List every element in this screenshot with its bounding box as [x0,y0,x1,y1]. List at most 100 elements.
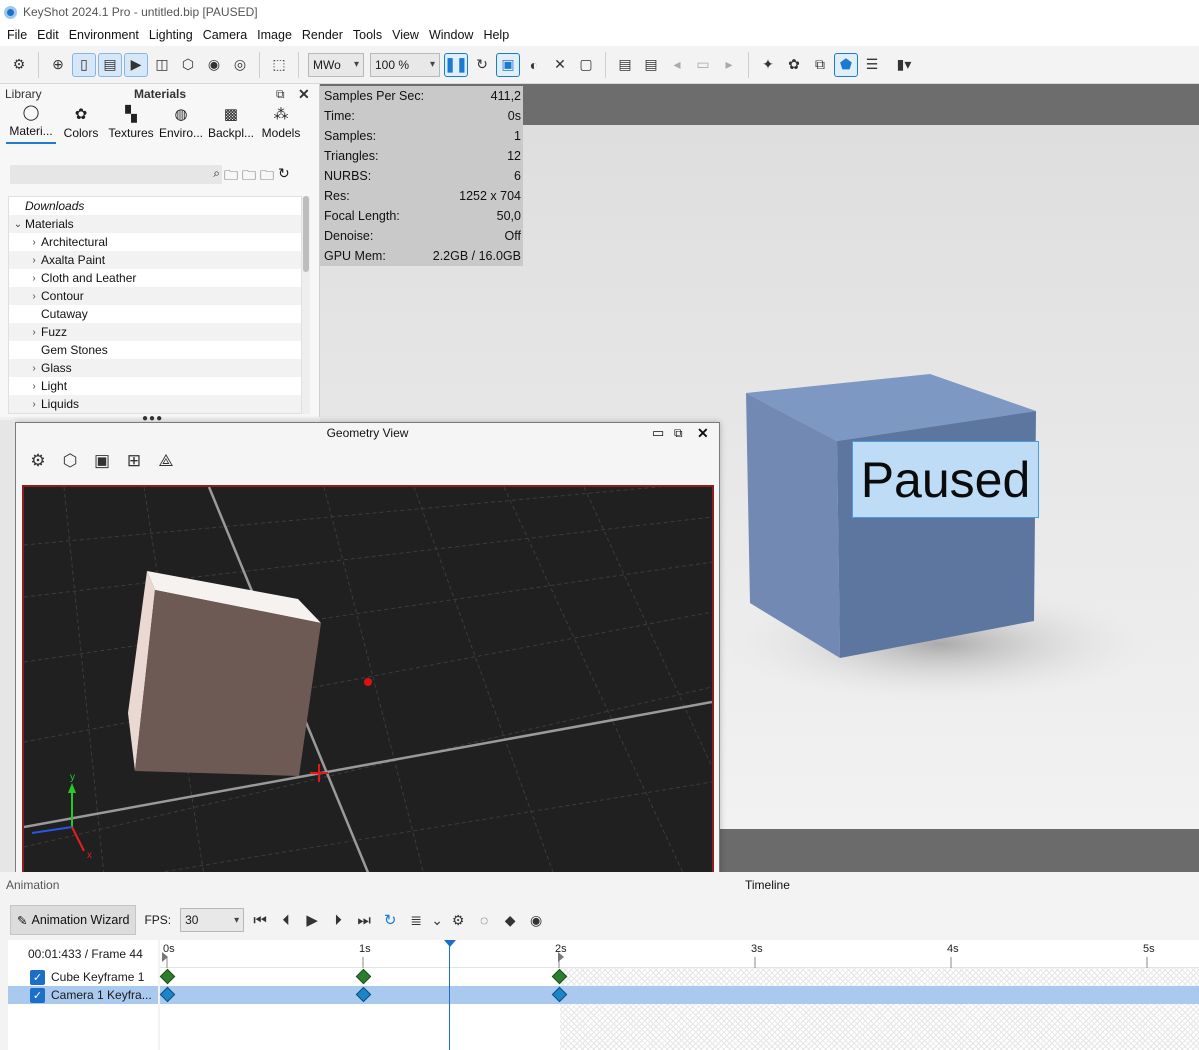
axis-gizmo-icon[interactable]: ⟁ [151,447,181,475]
chevron-right-icon[interactable]: › [27,291,41,302]
tree-item-cutaway[interactable]: Cutaway [9,305,301,323]
geometry-view-canvas[interactable]: y x [22,485,714,877]
add-folder-icon[interactable]: 🗀 [224,165,238,189]
tree-item-downloads[interactable]: Downloads [9,197,301,215]
step-back-icon[interactable]: ⏴ [274,908,298,932]
camera-frame-icon[interactable]: ▣ [87,447,117,475]
close-icon[interactable]: ✕ [298,86,310,103]
tab-colors[interactable]: ✿ Colors [56,104,106,144]
region-select-icon[interactable]: ⬚ [267,53,291,77]
keyshotxr-icon[interactable]: ◫ [150,53,174,77]
chevron-right-icon[interactable]: › [27,273,41,284]
menu-tools[interactable]: Tools [348,28,387,42]
tree-item-light[interactable]: › Light [9,377,301,395]
track-item-camera[interactable]: ✓ Camera 1 Keyfra... [8,986,158,1004]
menu-view[interactable]: View [387,28,424,42]
menu-file[interactable]: File [2,28,32,42]
track-checkbox[interactable]: ✓ [30,969,45,985]
chevron-right-icon[interactable]: › [27,255,41,266]
tab-backplates[interactable]: ▩ Backpl... [206,104,256,144]
material-graph-icon[interactable]: ⧉ [808,53,832,77]
chevron-right-icon[interactable]: › [27,381,41,392]
chevron-right-icon[interactable]: › [27,237,41,248]
geometry-view-titlebar[interactable]: Geometry View ▭ ⧉ ✕ [16,423,719,443]
track-item-cube[interactable]: ✓ Cube Keyframe 1 [8,968,158,986]
tree-item-cloth-and-leather[interactable]: › Cloth and Leather [9,269,301,287]
timeline-ruler[interactable]: 0s 1s 2s 3s 4s 5s [160,940,1199,968]
chevron-down-icon[interactable]: ⌄ [430,908,444,932]
loop-icon[interactable]: ↻ [378,908,402,932]
screenshot-icon[interactable]: ▤ [613,53,637,77]
close-icon[interactable]: ✕ [697,425,709,442]
track-checkbox[interactable]: ✓ [30,987,45,1003]
region-combo[interactable]: MWo ▾ [308,52,364,77]
menu-edit[interactable]: Edit [32,28,64,42]
tab-textures[interactable]: ▚ Textures [106,104,156,144]
render-settings-icon[interactable]: ◎ [228,53,252,77]
import-icon[interactable]: ⚙ [7,53,31,77]
menu-render[interactable]: Render [297,28,348,42]
add-to-library-icon[interactable]: ⊕ [46,53,70,77]
camera-path-icon[interactable]: ◌ [472,908,496,932]
denoise-icon[interactable]: ◐ [522,53,546,77]
zoom-combo[interactable]: 100 % ▾ [370,52,440,77]
chevron-right-icon[interactable]: › [27,363,41,374]
skip-to-start-icon[interactable]: ⏮ [248,908,272,932]
scripting-console-icon[interactable]: ▮▾ [886,53,922,77]
fps-select[interactable]: 30 ▾ [180,908,245,932]
add-screenshot-icon[interactable]: ▤ [639,53,663,77]
grid-icon[interactable]: ⊞ [119,447,149,475]
tree-item-axalta-paint[interactable]: › Axalta Paint [9,251,301,269]
tree-item-architectural[interactable]: › Architectural [9,233,301,251]
tree-item-fuzz[interactable]: › Fuzz [9,323,301,341]
tree-item-glass[interactable]: › Glass [9,359,301,377]
tab-models[interactable]: ⁂ Models [256,104,306,144]
color-palette-icon[interactable]: ✿ [782,53,806,77]
tree-scrollbar[interactable] [302,196,310,414]
chevron-down-icon[interactable]: ⌄ [11,219,25,230]
refresh-icon[interactable]: ↻ [278,165,290,189]
tree-item-materials[interactable]: ⌄ Materials [9,215,301,233]
animation-wizard-button[interactable]: ✎ Animation Wizard [10,905,137,935]
view-set-icon[interactable]: ▭ [691,53,715,77]
menu-lighting[interactable]: Lighting [144,28,198,42]
menu-help[interactable]: Help [478,28,514,42]
skip-to-end-icon[interactable]: ⏭ [352,908,376,932]
view-cube-icon[interactable]: ⬡ [55,447,85,475]
shield-icon[interactable]: ⬟ [834,52,858,77]
keyframe-add-icon[interactable]: ◆ [498,908,522,932]
chevron-right-icon[interactable]: › [27,399,41,410]
animation-toggle-icon[interactable]: ▶ [124,52,148,77]
next-view-icon[interactable]: ▸ [717,53,741,77]
export-folder-icon[interactable]: 🗀 [260,165,274,189]
record-icon[interactable]: ◉ [524,908,548,932]
gear-icon[interactable]: ⚙ [446,908,470,932]
playhead-handle[interactable] [444,940,456,947]
step-forward-icon[interactable]: ⏵ [326,908,350,932]
play-icon[interactable]: ▶ [300,908,324,932]
menu-window[interactable]: Window [424,28,478,42]
performance-mode-icon[interactable]: ↻ [470,53,494,77]
tree-item-liquids[interactable]: › Liquids [9,395,301,413]
library-search-input[interactable]: ⌕ [10,165,222,184]
tools-icon[interactable]: ✦ [756,53,780,77]
tree-item-contour[interactable]: › Contour [9,287,301,305]
menu-image[interactable]: Image [252,28,297,42]
project-toggle-icon[interactable]: ▤ [98,52,122,77]
tab-materials[interactable]: ◯ Materi... [6,104,56,144]
import-folder-icon[interactable]: 🗀 [242,165,256,189]
undock-icon[interactable]: ⧉ [276,87,285,102]
tumble-icon[interactable]: ✕ [548,53,572,77]
chevron-right-icon[interactable]: › [27,327,41,338]
gpu-mode-icon[interactable]: ▣ [496,52,520,77]
timeline-area[interactable]: 0s 1s 2s 3s 4s 5s [159,940,1199,1050]
pause-render-icon[interactable]: ❚❚ [444,52,468,77]
gear-icon[interactable]: ⚙ [23,447,53,475]
minimize-icon[interactable]: ▭ [652,425,664,441]
studio-icon[interactable]: ◉ [202,53,226,77]
frame-icon[interactable]: ▢ [574,53,598,77]
playhead-line[interactable] [449,942,450,1050]
tree-item-gem-stones[interactable]: Gem Stones [9,341,301,359]
motion-blur-icon[interactable]: ≣ [404,908,428,932]
tab-environments[interactable]: ◍ Enviro... [156,104,206,144]
